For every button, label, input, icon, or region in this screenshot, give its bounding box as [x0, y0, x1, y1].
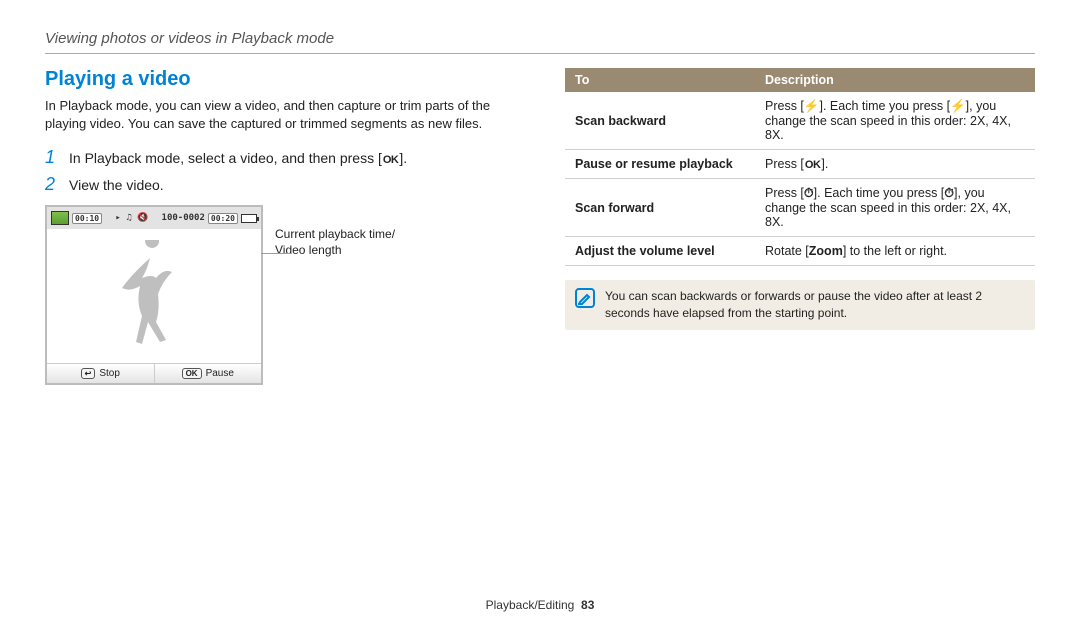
row-label: Scan backward	[565, 92, 755, 150]
ok-icon: OK	[382, 154, 400, 166]
row-label: Pause or resume playback	[565, 150, 755, 179]
total-time: 00:20	[208, 213, 238, 224]
step-2: 2 View the video.	[45, 174, 515, 195]
row-desc: Press [⚡]. Each time you press [⚡], you …	[755, 92, 1035, 150]
note-box: You can scan backwards or forwards or pa…	[565, 280, 1035, 330]
pause-button[interactable]: OK Pause	[155, 364, 262, 383]
dancer-silhouette	[114, 240, 194, 350]
preview-topbar: 00:10 ▸ ♫ 🔇 100-0002 00:20	[47, 207, 261, 229]
file-counter: 100-0002	[162, 213, 205, 223]
step-number: 2	[45, 174, 59, 195]
timer-icon: ⏱	[944, 186, 954, 200]
battery-icon	[241, 214, 257, 223]
flash-icon: ⚡	[950, 99, 966, 113]
step-text: View the video.	[69, 177, 164, 193]
left-column: Playing a video In Playback mode, you ca…	[45, 68, 515, 385]
stop-button[interactable]: ↩ Stop	[47, 364, 155, 383]
film-icon	[51, 211, 69, 225]
step-text: In Playback mode, select a video, and th…	[69, 150, 407, 166]
row-label: Scan forward	[565, 179, 755, 237]
table-row: Scan forward Press [⏱]. Each time you pr…	[565, 179, 1035, 237]
current-time: 00:10	[72, 213, 102, 224]
controls-table: To Description Scan backward Press [⚡]. …	[565, 68, 1035, 266]
timer-icon: ⏱	[804, 186, 814, 200]
back-icon: ↩	[81, 368, 96, 379]
video-preview: 00:10 ▸ ♫ 🔇 100-0002 00:20	[45, 205, 263, 385]
row-desc: Press [⏱]. Each time you press [⏱], you …	[755, 179, 1035, 237]
table-row: Adjust the volume level Rotate [Zoom] to…	[565, 237, 1035, 266]
row-desc: Rotate [Zoom] to the left or right.	[755, 237, 1035, 266]
row-label: Adjust the volume level	[565, 237, 755, 266]
table-row: Pause or resume playback Press [OK].	[565, 150, 1035, 179]
misc-icons: ▸ ♫ 🔇	[115, 213, 148, 223]
step-1: 1 In Playback mode, select a video, and …	[45, 147, 515, 168]
page-header: Viewing photos or videos in Playback mod…	[45, 30, 1035, 54]
callout-line	[261, 253, 291, 254]
step-number: 1	[45, 147, 59, 168]
flash-icon: ⚡	[804, 99, 820, 113]
intro-text: In Playback mode, you can view a video, …	[45, 97, 515, 133]
callout-text: Current playback time/ Video length	[275, 227, 395, 385]
note-icon	[575, 288, 595, 308]
right-column: To Description Scan backward Press [⚡]. …	[565, 68, 1035, 385]
section-title: Playing a video	[45, 68, 515, 91]
th-desc: Description	[755, 68, 1035, 92]
note-text: You can scan backwards or forwards or pa…	[605, 288, 1025, 322]
video-frame	[47, 229, 261, 361]
page-footer: Playback/Editing 83	[0, 598, 1080, 612]
table-row: Scan backward Press [⚡]. Each time you p…	[565, 92, 1035, 150]
row-desc: Press [OK].	[755, 150, 1035, 179]
th-to: To	[565, 68, 755, 92]
ok-icon: OK	[804, 159, 822, 171]
ok-key-icon: OK	[182, 368, 202, 379]
